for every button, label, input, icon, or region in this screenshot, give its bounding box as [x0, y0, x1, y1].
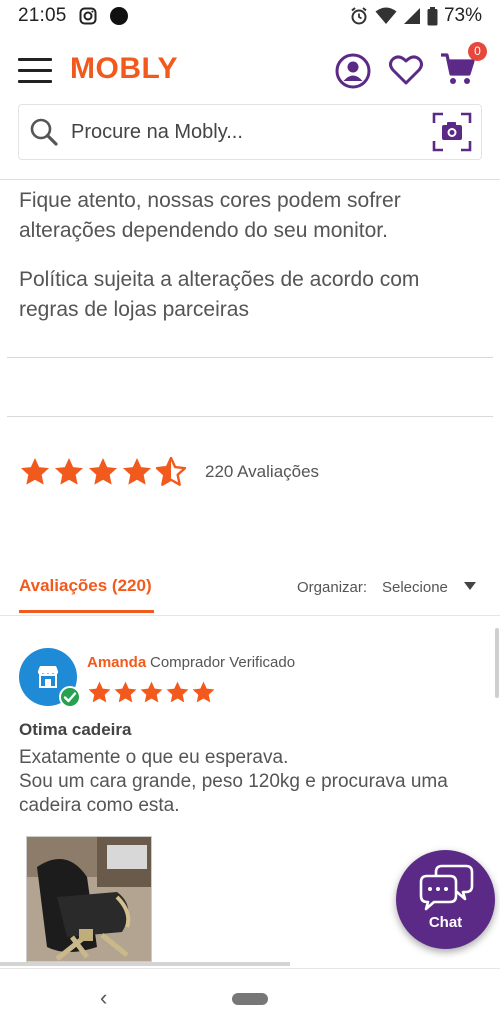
reviews-count-label[interactable]: 220 Avaliações: [205, 462, 319, 482]
review-photo[interactable]: [26, 836, 152, 962]
star-full-icon: [114, 681, 137, 703]
home-pill-icon[interactable]: [232, 993, 268, 1005]
policy-disclaimer: Política sujeita a alterações de acordo …: [19, 268, 420, 321]
star-full-icon: [166, 681, 189, 703]
scrollbar-horizontal[interactable]: [0, 962, 290, 966]
cart-count-badge: 0: [468, 42, 487, 61]
sort-label: Organizar:: [297, 579, 368, 596]
review-title: Otima cadeira: [19, 720, 132, 739]
system-nav-bar: ‹: [0, 968, 500, 1028]
status-bar: 21:05 73%: [0, 0, 500, 32]
chat-bubbles-icon: [419, 864, 474, 911]
star-half-icon: [155, 456, 187, 486]
verified-buyer-label: Comprador Verificado: [150, 654, 296, 671]
alarm-icon: [349, 6, 369, 26]
review-body-line: Sou um cara grande, peso 120kg e procura…: [19, 771, 448, 816]
star-full-icon: [89, 458, 117, 485]
star-full-icon: [140, 681, 163, 703]
star-full-icon: [88, 681, 111, 703]
back-icon[interactable]: ‹: [100, 985, 107, 1011]
search-input[interactable]: [71, 117, 411, 147]
star-full-icon: [55, 458, 83, 485]
battery-level: 73%: [443, 5, 482, 26]
star-full-icon: [123, 458, 151, 485]
battery-icon: [427, 6, 438, 26]
tab-reviews[interactable]: Avaliações (220): [19, 576, 154, 613]
review-body: Exatamente o que eu esperava. Sou um car…: [19, 746, 489, 818]
rating-stars: [19, 456, 187, 488]
section-divider: [7, 357, 493, 358]
mobly-logo[interactable]: MOBLY: [70, 52, 178, 86]
search-icon[interactable]: [29, 117, 59, 152]
heart-icon: [389, 55, 423, 85]
notification-dot-icon: [109, 6, 129, 26]
sort-select[interactable]: Selecione: [382, 579, 448, 596]
star-full-icon: [21, 458, 49, 485]
search-bar: [18, 104, 482, 160]
chat-label: Chat: [428, 914, 463, 931]
signal-icon: [403, 7, 421, 25]
star-full-icon: [192, 681, 215, 703]
scrollbar-vertical[interactable]: [495, 628, 499, 698]
user-icon: [335, 53, 371, 89]
rating-summary: 220 Avaliações: [19, 452, 319, 492]
review-body-line: Exatamente o que eu esperava.: [19, 747, 289, 768]
wishlist-button[interactable]: [388, 52, 424, 93]
reviews-header: Avaliações (220) Organizar: Selecione: [0, 570, 500, 616]
camera-search-icon[interactable]: [431, 111, 473, 158]
review-author: Amanda: [87, 654, 147, 671]
verified-check-icon: [59, 686, 81, 708]
color-disclaimer: Fique atento, nossas cores podem sofrer …: [19, 189, 401, 242]
hamburger-menu-icon[interactable]: [18, 58, 52, 84]
section-divider: [7, 416, 493, 417]
instagram-icon: [79, 7, 97, 25]
chevron-down-icon[interactable]: [464, 582, 476, 590]
status-time: 21:05: [18, 5, 67, 26]
review-stars: [87, 680, 216, 705]
account-button[interactable]: [334, 52, 372, 95]
wifi-icon: [375, 7, 397, 25]
chat-button[interactable]: Chat: [396, 850, 495, 949]
site-header: MOBLY 0: [0, 32, 500, 180]
